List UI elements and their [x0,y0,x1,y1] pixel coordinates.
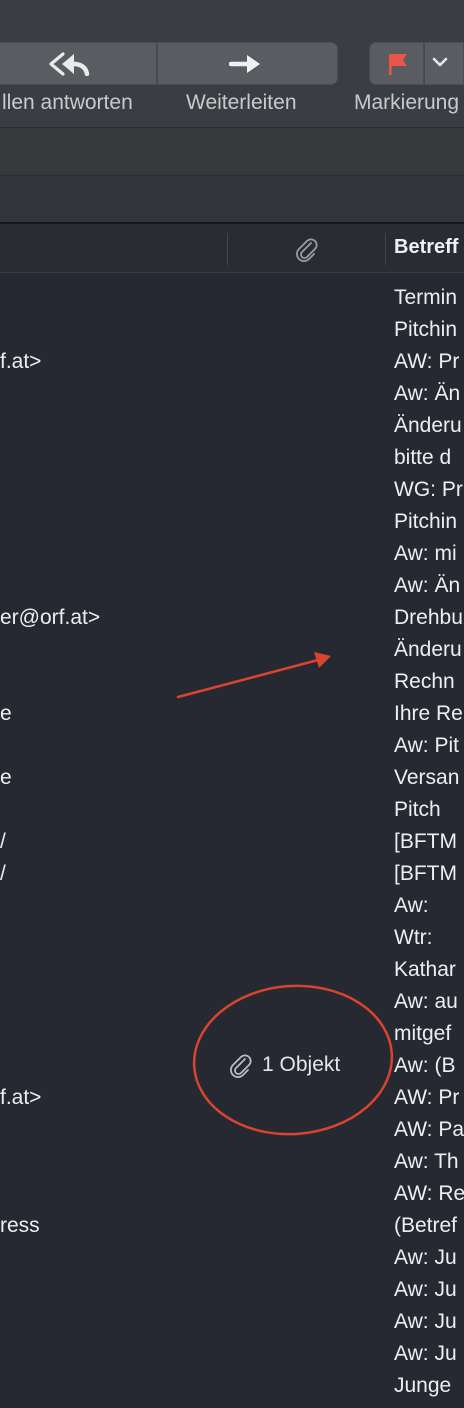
subject-cell[interactable]: Kathar [394,958,456,982]
subject-cell[interactable]: Pitchin [394,318,457,342]
subject-cell[interactable]: Rechn [394,670,455,694]
attachment-count[interactable]: 1 Objekt [262,1053,340,1077]
forward-button[interactable] [157,42,338,85]
column-divider[interactable] [385,233,386,265]
subject-cell[interactable]: Aw: Ju [394,1278,457,1302]
sender-cell[interactable]: / [0,830,6,854]
subject-cell[interactable]: Aw: [394,894,429,918]
subject-cell[interactable]: Aw: Pit [394,734,459,758]
subject-cell[interactable]: Aw: Än [394,382,460,406]
subject-cell[interactable]: AW: Pa [394,1118,464,1142]
annotation-arrow [176,658,320,699]
reply-all-button[interactable] [0,42,157,85]
subject-cell[interactable]: [BFTM [394,830,457,854]
column-header: Betreff [0,222,464,273]
column-divider[interactable] [227,233,228,265]
chevron-down-icon [432,57,448,67]
reply-all-label: llen antworten [2,91,133,114]
subject-cell[interactable]: Versan [394,766,459,790]
subject-cell[interactable]: Wtr: [394,926,432,950]
sender-cell[interactable]: e [0,766,12,790]
subject-cell[interactable]: Aw: Th [394,1150,459,1174]
subject-cell[interactable]: Aw: (B [394,1054,455,1078]
forward-label: Weiterleiten [186,91,297,114]
subject-cell[interactable]: Aw: Ju [394,1342,457,1366]
forward-arrow-icon [229,55,260,73]
subject-cell[interactable]: (Betref [394,1214,457,1238]
subject-column-header[interactable]: Betreff [394,236,458,259]
subject-cell[interactable]: AW: Pr [394,1086,459,1110]
subject-cell[interactable]: Pitch [394,798,441,822]
subject-cell[interactable]: Aw: Ju [394,1310,457,1334]
reply-all-icon [49,52,90,76]
subject-cell[interactable]: Pitchin [394,510,457,534]
subject-cell[interactable]: Aw: Än [394,574,460,598]
subject-cell[interactable]: Ihre Re [394,702,463,726]
search-bar-area [0,176,464,222]
subject-cell[interactable]: AW: Re [394,1182,464,1206]
subject-cell[interactable]: bitte d [394,446,451,470]
subject-cell[interactable]: [BFTM [394,862,457,886]
subject-cell[interactable]: Aw: au [394,990,458,1014]
flag-button[interactable] [369,42,424,85]
subject-cell[interactable]: Aw: Ju [394,1246,457,1270]
subject-cell[interactable]: mitgef [394,1022,451,1046]
favorites-bar [0,128,464,176]
subject-cell[interactable]: WG: Pr [394,478,463,502]
attachment-paperclip-icon [230,1054,252,1078]
paperclip-icon[interactable] [296,237,318,263]
sender-cell[interactable]: / [0,862,6,886]
subject-cell[interactable]: Drehbu [394,606,463,630]
subject-cell[interactable]: Aw: mi [394,542,457,566]
annotation-arrow-head [314,652,331,668]
sender-cell[interactable]: f.at> [0,1086,41,1110]
toolbar: llen antworten Weiterleiten Markierung [0,0,464,128]
subject-cell[interactable]: Junge [394,1374,451,1398]
sender-cell[interactable]: e [0,702,12,726]
flag-label: Markierung [354,91,460,114]
flag-menu-button[interactable] [424,42,464,85]
subject-cell[interactable]: Änderu [394,414,462,438]
sender-cell[interactable]: ress [0,1214,40,1238]
subject-cell[interactable]: Änderu [394,638,462,662]
flag-icon [389,54,407,75]
sender-cell[interactable]: er@orf.at> [0,606,100,630]
sender-cell[interactable]: f.at> [0,350,41,374]
subject-cell[interactable]: AW: Pr [394,350,459,374]
subject-cell[interactable]: Termin [394,286,457,310]
